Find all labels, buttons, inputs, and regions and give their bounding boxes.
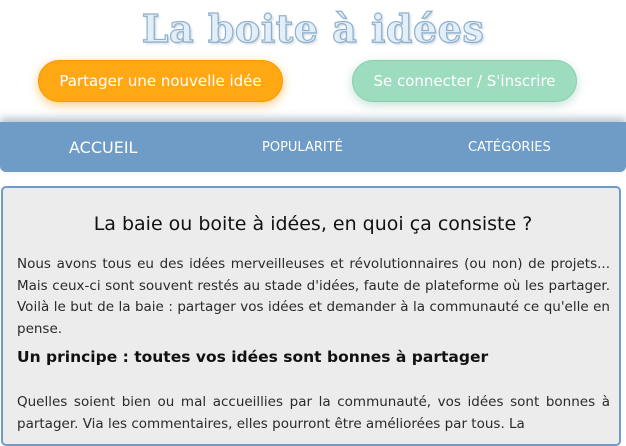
- intro-paragraph: Nous avons tous eu des idées merveilleus…: [17, 256, 610, 337]
- intro-card: La baie ou boite à idées, en quoi ça con…: [1, 186, 621, 446]
- site-logo-title[interactable]: La boite à idées: [0, 5, 626, 51]
- main-nav: ACCUEIL POPULARITÉ CATÉGORIES: [0, 122, 626, 172]
- section-paragraph: Quelles soient bien ou mal accueillies p…: [17, 394, 610, 432]
- section-heading: Un principe : toutes vos idées sont bonn…: [17, 348, 489, 366]
- card-title: La baie ou boite à idées, en quoi ça con…: [93, 213, 533, 235]
- nav-item-home[interactable]: ACCUEIL: [69, 122, 137, 172]
- nav-item-popularity[interactable]: POPULARITÉ: [262, 122, 343, 172]
- share-idea-button[interactable]: Partager une nouvelle idée: [38, 60, 283, 102]
- nav-item-categories[interactable]: CATÉGORIES: [468, 122, 551, 172]
- login-signup-button[interactable]: Se connecter / S'inscrire: [352, 60, 577, 102]
